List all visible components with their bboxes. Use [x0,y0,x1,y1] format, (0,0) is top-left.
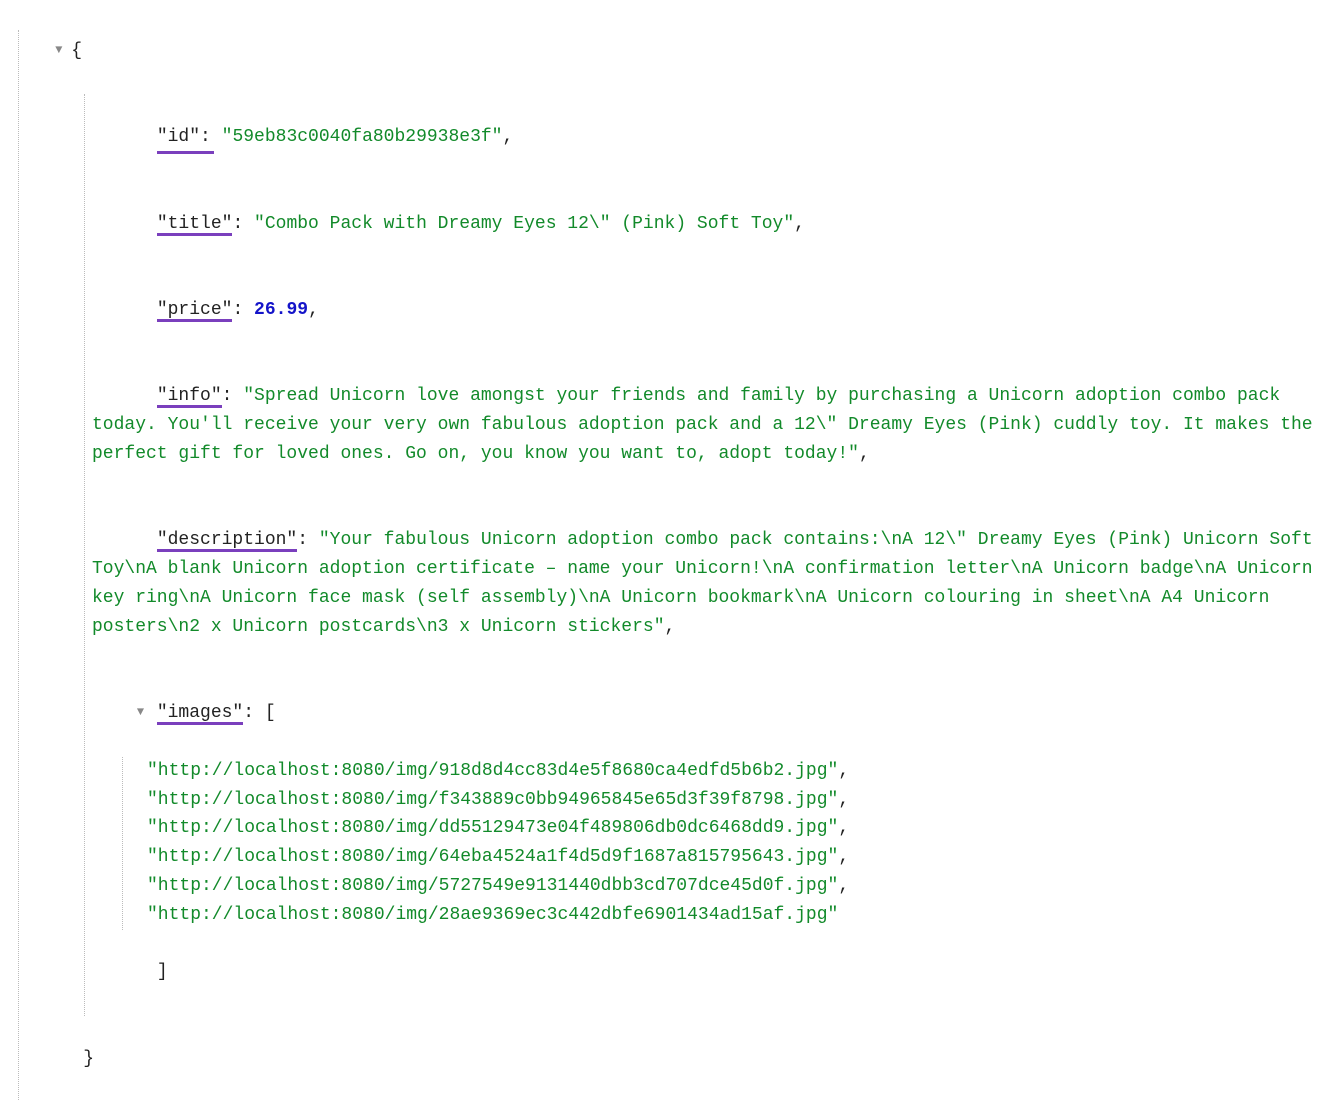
json-array-item: "http://localhost:8080/img/918d8d4cc83d4… [12,757,1326,786]
json-value-image: "http://localhost:8080/img/5727549e91314… [147,876,838,896]
colon: : [200,127,222,147]
expand-toggle-icon[interactable]: ▼ [55,41,67,60]
json-key-id: "id" [157,127,200,147]
json-value-info: "Spread Unicorn love amongst your friend… [92,386,1323,464]
json-value-price: 26.99 [254,300,308,320]
json-pair-price: "price": 26.99, [12,267,1326,353]
brace-open: { [71,41,82,61]
comma: , [308,300,319,320]
comma: , [794,214,805,234]
bracket-close: ] [157,962,168,982]
bracket-open: [ [265,703,276,723]
json-value-id: "59eb83c0040fa80b29938e3f" [222,127,503,147]
json-viewer: ▼{ "id": "59eb83c0040fa80b29938e3f", "ti… [12,8,1326,1102]
json-key-price: "price" [157,300,233,320]
colon: : [222,386,244,406]
colon: : [232,300,254,320]
images-array-block: "http://localhost:8080/img/918d8d4cc83d4… [12,757,1326,930]
json-key-info: "info" [157,386,222,406]
colon: : [297,530,319,550]
object-open-line: ▼{ [12,8,1326,94]
json-key-images: "images" [157,703,243,723]
json-array-item: "http://localhost:8080/img/64eba4524a1f4… [12,843,1326,872]
json-value-image: "http://localhost:8080/img/28ae9369ec3c4… [147,905,838,925]
comma: , [838,818,849,838]
comma: , [838,761,849,781]
comma: , [503,127,514,147]
colon: : [243,703,265,723]
json-pair-images: ▼ "images": [ [12,670,1326,756]
json-value-image: "http://localhost:8080/img/64eba4524a1f4… [147,847,838,867]
expand-toggle-icon[interactable]: ▼ [137,703,149,722]
comma: , [838,876,849,896]
json-value-title: "Combo Pack with Dreamy Eyes 12\" (Pink)… [254,214,794,234]
json-pair-title: "title": "Combo Pack with Dreamy Eyes 12… [12,181,1326,267]
json-pair-info: "info": "Spread Unicorn love amongst you… [12,354,1326,498]
json-array-item: "http://localhost:8080/img/dd55129473e04… [12,814,1326,843]
json-pair-id: "id": "59eb83c0040fa80b29938e3f", [12,94,1326,180]
json-array-item: "http://localhost:8080/img/f343889c0bb94… [12,786,1326,815]
comma: , [665,617,676,637]
json-value-image: "http://localhost:8080/img/f343889c0bb94… [147,790,838,810]
comma: , [838,790,849,810]
brace-close: } [83,1049,94,1069]
json-key-title: "title" [157,214,233,234]
json-array-item: "http://localhost:8080/img/28ae9369ec3c4… [12,901,1326,930]
colon: : [232,214,254,234]
json-key-description: "description" [157,530,297,550]
comma: , [838,847,849,867]
object-close-line: } [12,1016,1326,1102]
json-array-item: "http://localhost:8080/img/5727549e91314… [12,872,1326,901]
json-pair-description: "description": "Your fabulous Unicorn ad… [12,498,1326,671]
json-value-image: "http://localhost:8080/img/918d8d4cc83d4… [147,761,838,781]
array-close-line: ] [12,930,1326,1016]
comma: , [859,444,870,464]
json-value-image: "http://localhost:8080/img/dd55129473e04… [147,818,838,838]
